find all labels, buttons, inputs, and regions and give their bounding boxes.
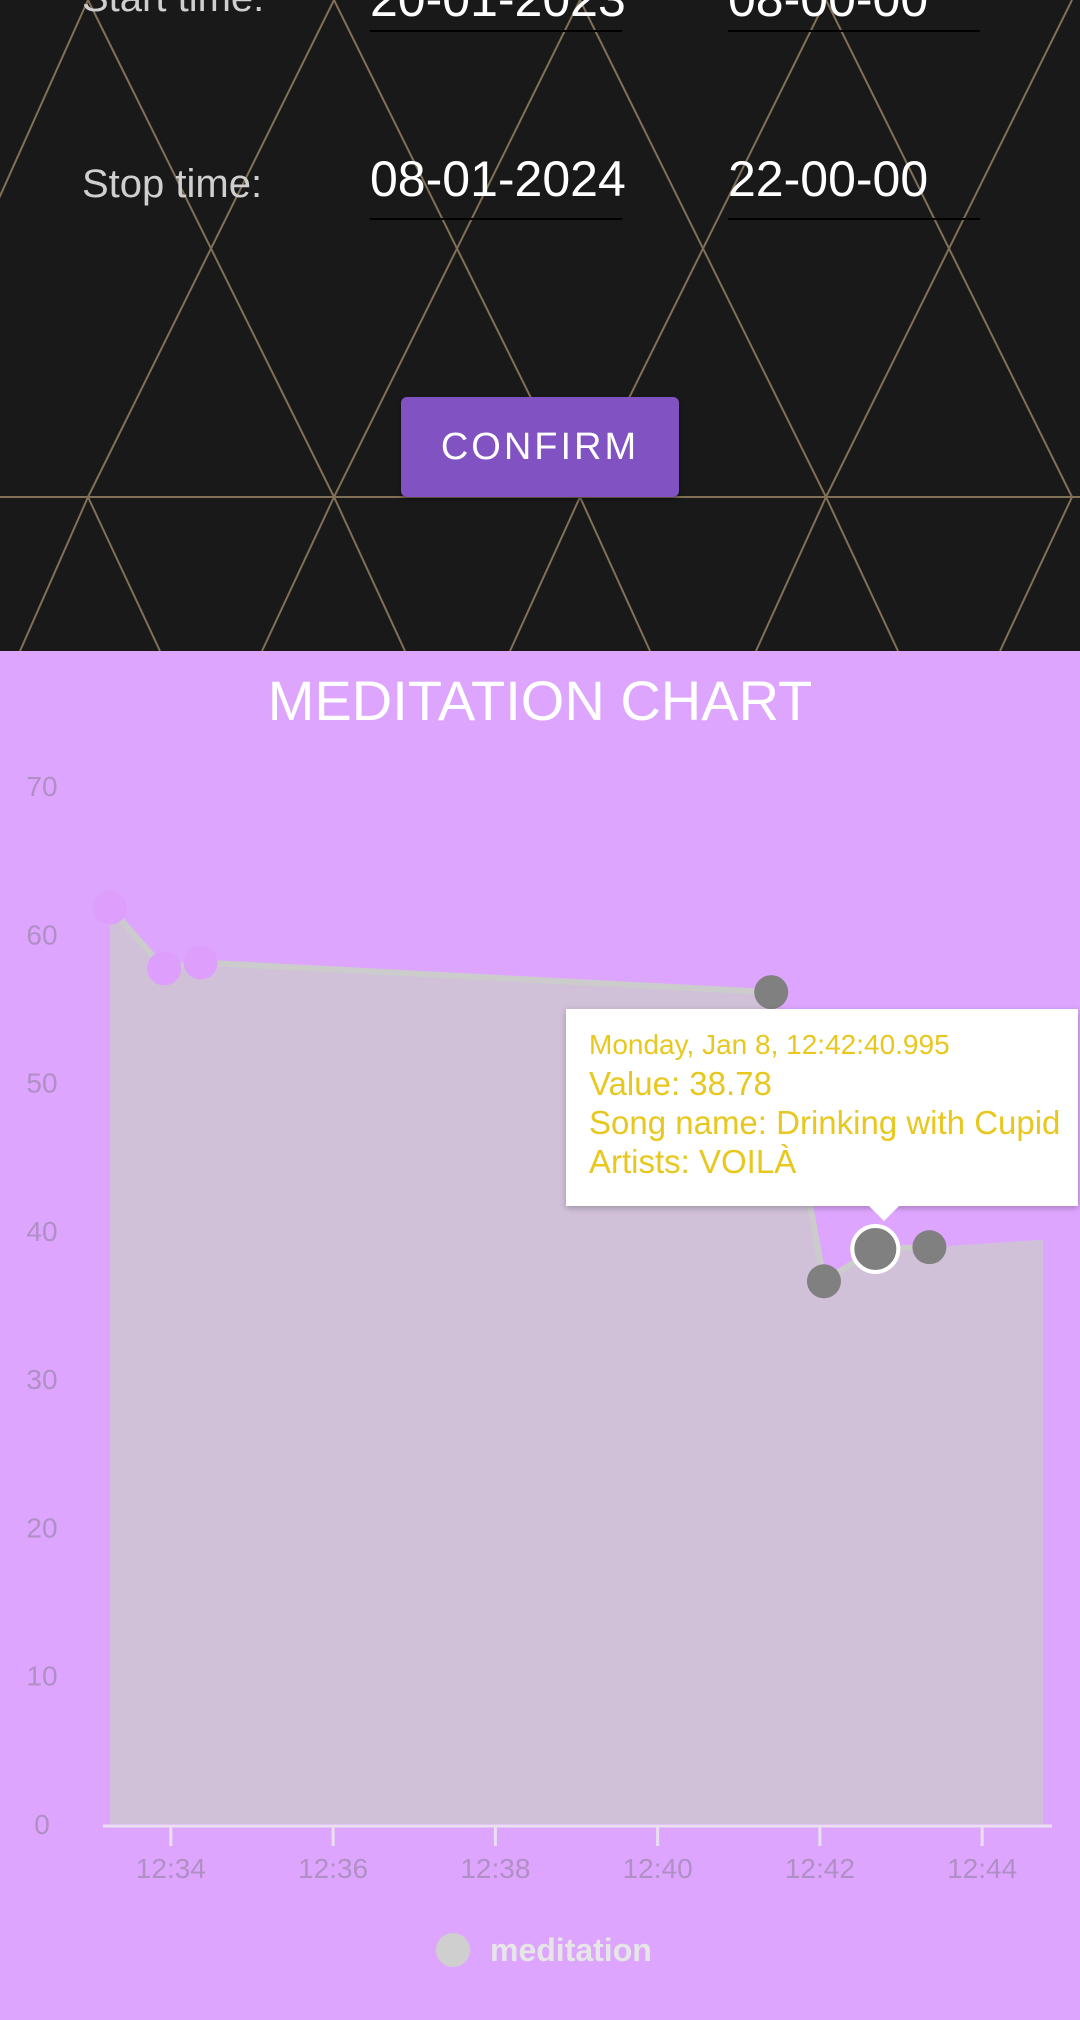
start-date-field[interactable]: 20-01-2023 bbox=[370, 0, 626, 28]
tooltip-value: Value: 38.78 bbox=[589, 1065, 772, 1102]
y-tick-label: 50 bbox=[26, 1068, 57, 1099]
meditation-chart[interactable]: 0 10 20 30 40 50 60 70 12:34 12:36 12:38 12:40 12:42… bbox=[0, 651, 1080, 2020]
x-tick-label: 12:42 bbox=[785, 1853, 855, 1884]
y-tick-label: 10 bbox=[26, 1661, 57, 1692]
x-tick-label: 12:38 bbox=[460, 1853, 530, 1884]
data-point-highlighted bbox=[850, 1223, 901, 1274]
data-point bbox=[147, 951, 182, 986]
y-tick-label: 40 bbox=[26, 1216, 57, 1247]
data-point bbox=[912, 1230, 947, 1265]
x-tick-label: 12:40 bbox=[623, 1853, 693, 1884]
data-point bbox=[93, 890, 127, 925]
y-tick-label: 20 bbox=[26, 1512, 57, 1543]
start-time-label: Start time: bbox=[82, 0, 264, 21]
x-tick-label: 12:34 bbox=[136, 1853, 206, 1884]
y-tick-label: 30 bbox=[26, 1364, 57, 1395]
tooltip-song: Song name: Drinking with Cupid bbox=[589, 1104, 1061, 1141]
y-tick-label: 0 bbox=[34, 1809, 50, 1840]
tooltip-artists: Artists: VOILÀ bbox=[589, 1143, 797, 1180]
x-tick-label: 12:44 bbox=[947, 1853, 1017, 1884]
start-time-underline bbox=[728, 30, 980, 32]
stop-date-field[interactable]: 08-01-2024 bbox=[370, 150, 626, 208]
y-tick-label: 60 bbox=[26, 919, 57, 950]
legend-label: meditation bbox=[490, 1931, 652, 1968]
confirm-button[interactable]: CONFIRM bbox=[401, 397, 679, 497]
chart-tooltip: Monday, Jan 8, 12:42:40.995 Value: 38.78… bbox=[566, 1009, 1078, 1206]
triangle-pattern-background bbox=[0, 0, 1080, 651]
start-date-underline bbox=[370, 30, 622, 32]
start-time-field[interactable]: 08-00-00 bbox=[728, 0, 928, 28]
tooltip-date: Monday, Jan 8, 12:42:40.995 bbox=[589, 1029, 950, 1060]
date-range-panel: Start time: 20-01-2023 08-00-00 Stop tim… bbox=[0, 0, 1080, 651]
stop-time-field[interactable]: 22-00-00 bbox=[728, 150, 928, 208]
y-tick-label: 70 bbox=[26, 771, 57, 802]
x-tick-label: 12:36 bbox=[298, 1853, 368, 1884]
stop-time-underline bbox=[728, 218, 980, 220]
data-point bbox=[183, 945, 218, 980]
data-point bbox=[754, 975, 789, 1010]
tooltip-arrow bbox=[868, 1205, 900, 1221]
stop-time-label: Stop time: bbox=[82, 162, 263, 206]
legend-marker-icon bbox=[436, 1933, 470, 1967]
data-point bbox=[806, 1264, 841, 1299]
stop-date-underline bbox=[370, 218, 622, 220]
chart-legend[interactable]: meditation bbox=[436, 1930, 652, 1970]
